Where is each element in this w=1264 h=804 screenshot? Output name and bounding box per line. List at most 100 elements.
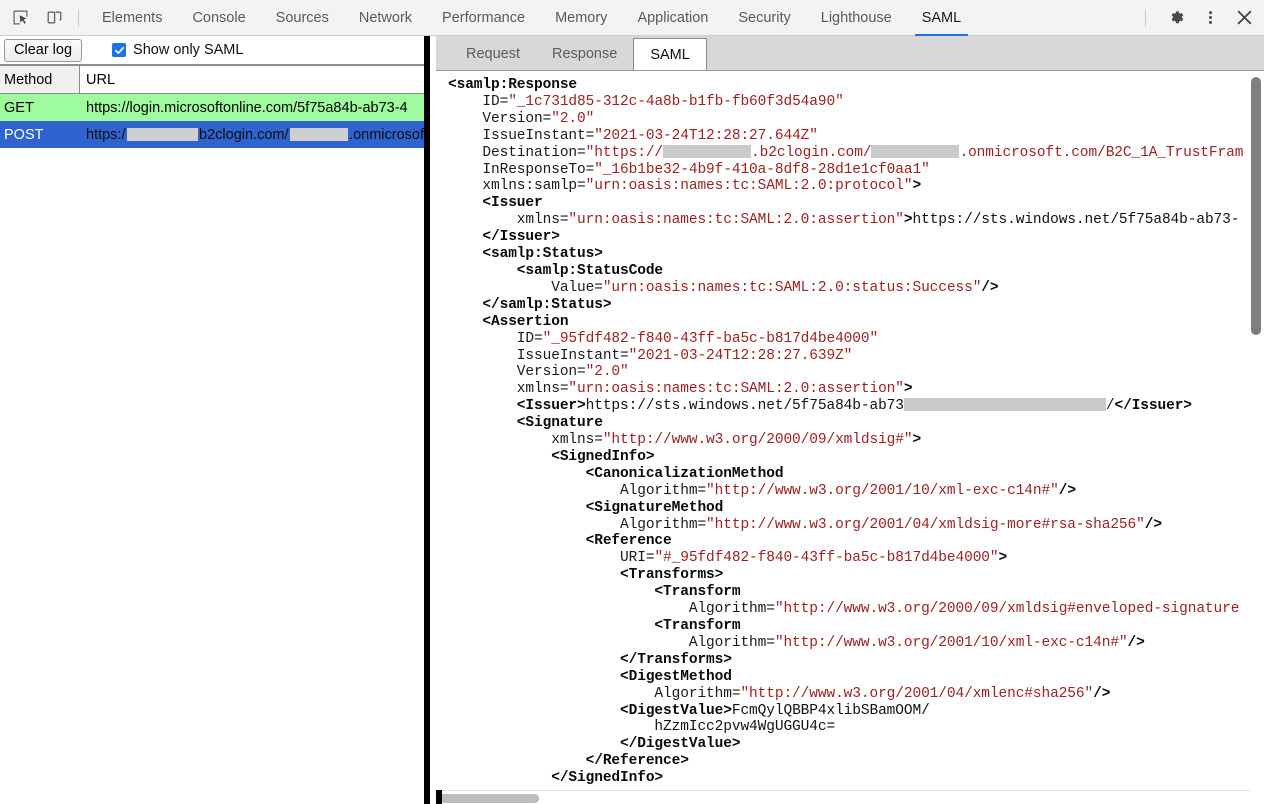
devtools-window: Elements Console Sources Network Perform… <box>0 0 1264 804</box>
inspect-element-icon[interactable] <box>6 4 34 32</box>
xml-line: </Issuer> <box>448 229 1243 246</box>
tab-sources[interactable]: Sources <box>261 0 344 36</box>
tab-label: Performance <box>442 9 526 26</box>
tab-performance[interactable]: Performance <box>427 0 540 36</box>
xml-attr: ID= <box>448 330 543 347</box>
xml-line: </samlp:Status> <box>448 297 1243 314</box>
kebab-menu-icon[interactable] <box>1196 4 1224 32</box>
vertical-scrollbar-thumb[interactable] <box>1251 77 1261 335</box>
xml-tag: <samlp:Response <box>448 77 578 93</box>
device-toolbar-icon[interactable] <box>40 4 68 32</box>
xml-val: "http://www.w3.org/2001/10/xml-exc-c14n#… <box>774 634 1128 651</box>
xml-val: .b2clogin.com/ <box>751 144 872 161</box>
xml-val: "http://www.w3.org/2000/09/xmldsig#envel… <box>774 601 1240 618</box>
xml-line: xmlns:samlp="urn:oasis:names:tc:SAML:2.0… <box>448 178 1243 195</box>
xml-txt: / <box>1105 398 1115 415</box>
xml-tag: > <box>998 550 1008 567</box>
xml-line: Algorithm="http://www.w3.org/2001/10/xml… <box>448 635 1243 652</box>
xml-line: <Assertion <box>448 314 1243 331</box>
xml-val: "urn:oasis:names:tc:SAML:2.0:assertion" <box>568 212 904 229</box>
xml-line: Version="2.0" <box>448 364 1243 381</box>
xml-val: "#_95fdf482-f840-43ff-ba5c-b817d4be4000" <box>654 550 999 567</box>
xml-val: "2.0" <box>551 110 595 127</box>
request-table-header: Method URL <box>0 66 424 94</box>
xml-line: URI="#_95fdf482-f840-43ff-ba5c-b817d4be4… <box>448 550 1243 567</box>
column-header-url[interactable]: URL <box>80 66 424 93</box>
xml-attr: Algorithm= <box>448 516 707 533</box>
xml-txt: FcmQylQBBP4xlibSBamOOM/ <box>731 702 930 719</box>
xml-line: </Transforms> <box>448 652 1243 669</box>
xml-tag: <DigestValue> <box>448 702 732 719</box>
xml-line: Algorithm="http://www.w3.org/2001/04/xml… <box>448 517 1243 534</box>
xml-tag: <samlp:Status> <box>448 246 603 263</box>
tab-label: Lighthouse <box>820 9 892 26</box>
tab-response[interactable]: Response <box>536 38 633 70</box>
vertical-scrollbar[interactable] <box>1250 72 1262 790</box>
xml-line: <DigestValue>FcmQylQBBP4xlibSBamOOM/ <box>448 703 1243 720</box>
show-only-saml-checkbox[interactable]: Show only SAML <box>112 42 243 58</box>
tab-elements[interactable]: Elements <box>87 0 177 36</box>
close-icon[interactable] <box>1230 4 1258 32</box>
table-row[interactable]: GET https://login.microsoftonline.com/5f… <box>0 94 424 121</box>
horizontal-scrollbar[interactable] <box>436 790 1250 804</box>
clear-log-button[interactable]: Clear log <box>4 38 83 62</box>
xml-line: ID="_95fdf482-f840-43ff-ba5c-b817d4be400… <box>448 331 1243 348</box>
xml-line: ID="_1c731d85-312c-4a8b-b1fb-fb60f3d54a9… <box>448 94 1243 111</box>
xml-txt: https://sts.windows.net/5f75a84b-ab73- <box>912 212 1240 229</box>
redaction-block <box>126 128 199 141</box>
panel-tab-strip: Elements Console Sources Network Perform… <box>87 0 1139 36</box>
redaction-block <box>871 144 960 158</box>
gear-icon[interactable] <box>1162 4 1190 32</box>
xml-attr: xmlns= <box>448 432 603 449</box>
xml-tag: <Reference <box>448 533 672 550</box>
xml-val: "urn:oasis:names:tc:SAML:2.0:protocol" <box>585 178 913 195</box>
xml-line: <SignedInfo> <box>448 449 1243 466</box>
xml-val: "http://www.w3.org/2001/10/xml-exc-c14n#… <box>706 482 1059 499</box>
xml-line: <Issuer <box>448 195 1243 212</box>
table-row[interactable]: POST https:/ b2clogin.com/ .onmicrosof <box>0 121 424 148</box>
xml-tag: </Issuer> <box>1114 398 1193 415</box>
toolbar-actions <box>1139 4 1264 32</box>
saml-xml-viewport[interactable]: <samlp:Response ID="_1c731d85-312c-4a8b-… <box>436 70 1264 804</box>
xml-line: Version="2.0" <box>448 111 1243 128</box>
tab-lighthouse[interactable]: Lighthouse <box>806 0 907 36</box>
xml-txt: hZzmIcc2pvw4WgUGGU4c= <box>448 719 836 736</box>
checkmark-icon <box>112 43 127 57</box>
xml-line: IssueInstant="2021-03-24T12:28:27.644Z" <box>448 128 1243 145</box>
xml-val: "urn:oasis:names:tc:SAML:2.0:assertion" <box>568 381 904 398</box>
tab-security[interactable]: Security <box>723 0 805 36</box>
xml-line: InResponseTo="_16b1be32-4b9f-410a-8df8-2… <box>448 162 1243 179</box>
saml-xml-content: <samlp:Response ID="_1c731d85-312c-4a8b-… <box>448 77 1243 787</box>
row-url: https:/ b2clogin.com/ .onmicrosof <box>80 121 424 148</box>
tab-label: Console <box>192 9 246 26</box>
column-header-method[interactable]: Method <box>0 66 80 93</box>
saml-detail-panel: Request Response SAML <samlp:Response ID… <box>436 36 1264 804</box>
xml-tag: </DigestValue> <box>448 736 741 753</box>
tab-request[interactable]: Request <box>450 38 536 70</box>
xml-line: </SignedInfo> <box>448 770 1243 787</box>
tab-application[interactable]: Application <box>622 0 723 36</box>
xml-line: xmlns="urn:oasis:names:tc:SAML:2.0:asser… <box>448 381 1243 398</box>
xml-tag: <Issuer> <box>448 398 586 415</box>
tab-saml-detail[interactable]: SAML <box>633 38 707 71</box>
tab-console[interactable]: Console <box>177 0 260 36</box>
saml-request-list-panel: Clear log Show only SAML Method URL GET … <box>0 36 430 804</box>
xml-attr: Value= <box>448 279 603 296</box>
tab-memory[interactable]: Memory <box>540 0 622 36</box>
horizontal-scrollbar-thumb[interactable] <box>439 794 539 803</box>
xml-val: "https:// <box>585 144 664 161</box>
tab-network[interactable]: Network <box>344 0 427 36</box>
xml-tag: > <box>912 432 922 449</box>
xml-line: Algorithm="http://www.w3.org/2000/09/xml… <box>448 601 1243 618</box>
xml-attr: xmlns= <box>448 212 569 229</box>
xml-line: Value="urn:oasis:names:tc:SAML:2.0:statu… <box>448 280 1243 297</box>
tab-saml[interactable]: SAML <box>907 0 977 36</box>
xml-tag: > <box>903 381 913 398</box>
xml-val: "2021-03-24T12:28:27.639Z" <box>628 347 853 364</box>
tab-label: Security <box>738 9 791 26</box>
tab-label: Application <box>637 9 709 26</box>
xml-line: <Signature <box>448 415 1243 432</box>
xml-tag: </SignedInfo> <box>448 770 664 787</box>
xml-val: "_16b1be32-4b9f-410a-8df8-28d1e1cf0aa1" <box>594 161 930 178</box>
tab-label: SAML <box>921 9 962 26</box>
